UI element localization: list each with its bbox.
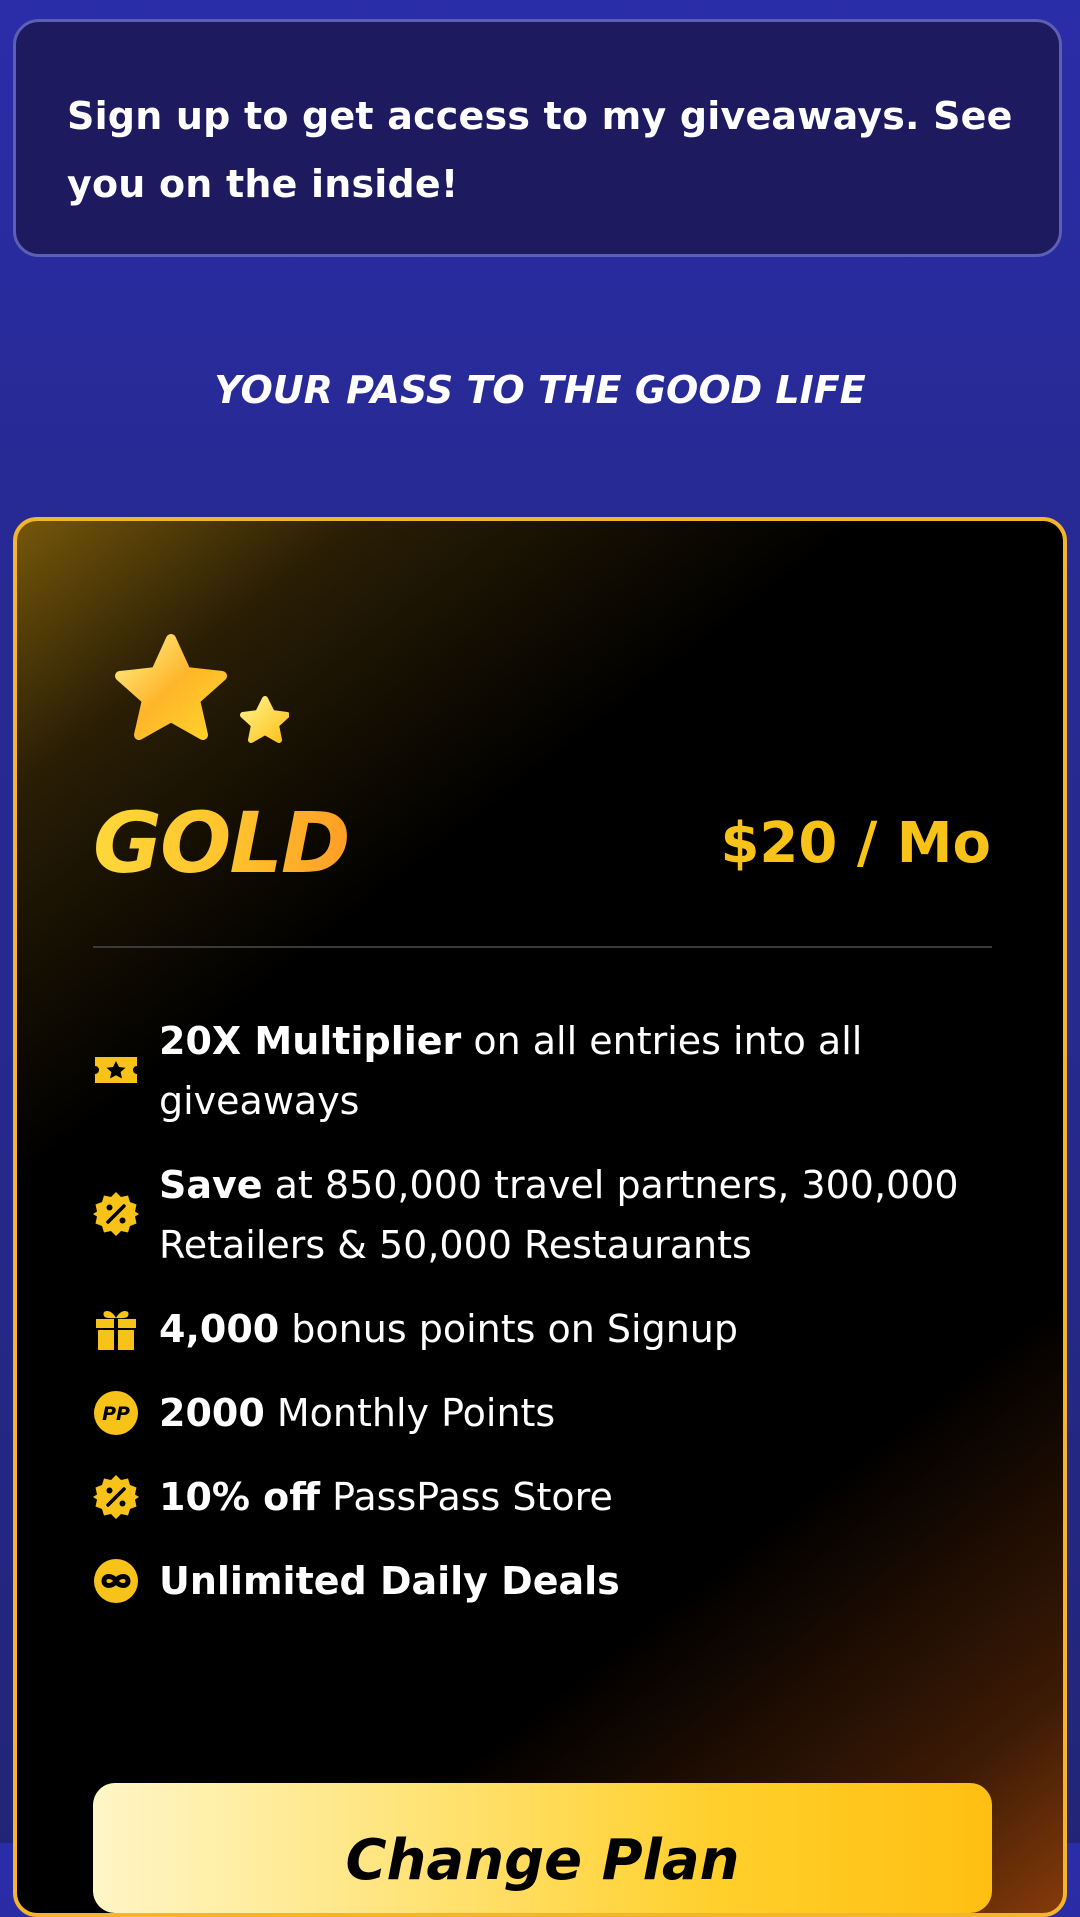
change-plan-button[interactable]: Change Plan	[93, 1783, 992, 1913]
ticket-star-icon	[95, 1057, 137, 1083]
divider	[93, 946, 992, 948]
discount-badge-icon	[93, 1192, 139, 1236]
tier-name: GOLD	[93, 794, 351, 892]
points-coin-icon: PP	[94, 1391, 138, 1435]
feature-text: 2000 Monthly Points	[159, 1391, 556, 1435]
gold-plan-card: GOLD $20 / Mo 20X Multiplier on all entr…	[13, 517, 1067, 1917]
infinity-icon	[94, 1559, 138, 1603]
feature-text: 20X Multiplier on all entries into all g…	[159, 1019, 863, 1123]
feature-item: Unlimited Daily Deals	[93, 1551, 998, 1611]
feature-item: 20X Multiplier on all entries into all g…	[93, 1011, 998, 1131]
notice-text: Sign up to get access to my giveaways. S…	[67, 94, 1013, 206]
gift-icon	[96, 1311, 136, 1350]
feature-text: Save at 850,000 travel partners, 300,000…	[159, 1163, 959, 1267]
tagline: YOUR PASS TO THE GOOD LIFE	[214, 368, 866, 412]
feature-item: Save at 850,000 travel partners, 300,000…	[93, 1155, 998, 1275]
plan-price: $20 / Mo	[720, 811, 991, 876]
feature-list: 20X Multiplier on all entries into all g…	[93, 1011, 998, 1635]
feature-text: Unlimited Daily Deals	[159, 1559, 620, 1603]
signup-notice: Sign up to get access to my giveaways. S…	[13, 19, 1062, 257]
two-stars-icon	[115, 634, 289, 743]
feature-text: 10% off PassPass Store	[159, 1475, 613, 1519]
feature-item: 4,000 bonus points on Signup	[93, 1299, 998, 1359]
svg-text:PP: PP	[102, 1403, 130, 1425]
feature-item: PP 2000 Monthly Points	[93, 1383, 998, 1443]
feature-text: 4,000 bonus points on Signup	[159, 1307, 738, 1351]
discount-badge-icon	[93, 1475, 139, 1519]
feature-item: 10% off PassPass Store	[93, 1467, 998, 1527]
